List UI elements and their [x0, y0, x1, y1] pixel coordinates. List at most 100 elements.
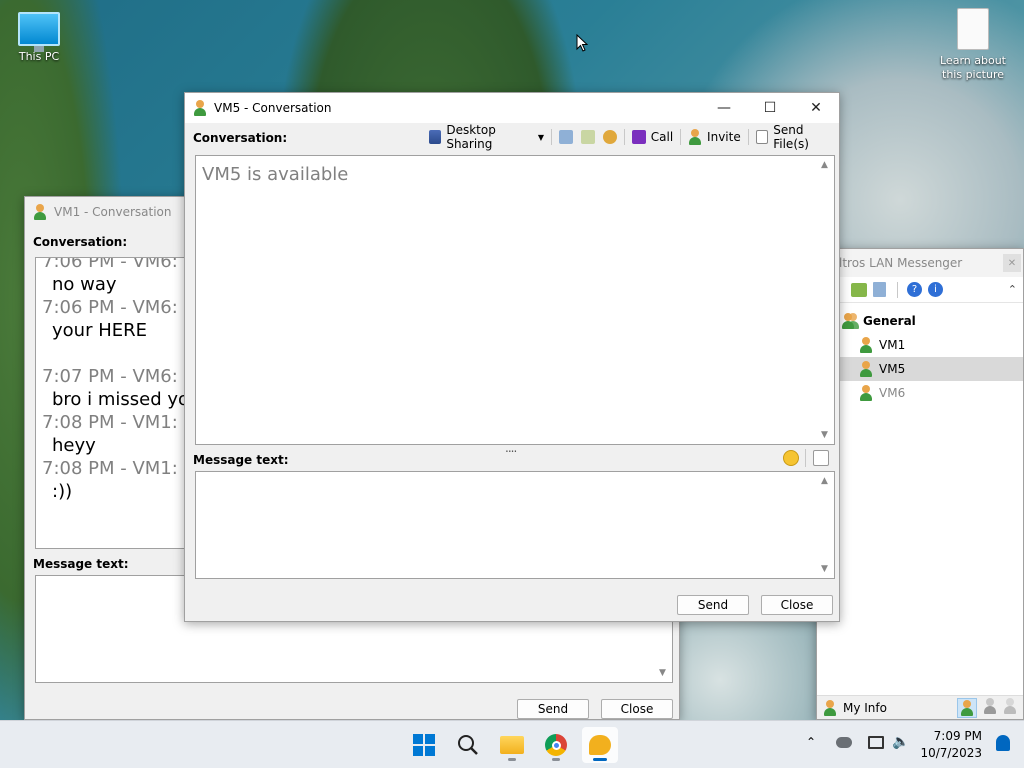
help-icon[interactable]: ? — [907, 282, 922, 297]
desktop-icon-learn-about-picture[interactable]: Learn about this picture — [938, 8, 1008, 82]
message-meta: 7:06 PM - VM6: — [42, 257, 178, 272]
chevron-down-icon: ▼ — [537, 132, 544, 142]
gear-icon — [602, 130, 617, 144]
user-vm1[interactable]: VM1 — [817, 333, 1023, 357]
font-settings-icon[interactable] — [813, 450, 829, 466]
message-meta: 7:06 PM - VM6: — [42, 297, 178, 318]
vm5-conversation-history[interactable]: VM5 is available ▲ ▼ — [195, 155, 835, 445]
desktop-sharing-label: Desktop Sharing — [446, 123, 496, 151]
chevron-up-icon[interactable]: ⌃ — [1008, 283, 1017, 296]
messenger-icon — [589, 735, 611, 755]
close-button[interactable]: Close — [601, 699, 673, 719]
desktop-sharing-icon — [429, 130, 442, 144]
message-text: bro i missed you — [52, 389, 184, 410]
send-file-icon — [755, 130, 769, 144]
close-icon[interactable]: ✕ — [793, 93, 839, 123]
invite-button[interactable]: Invite — [684, 127, 745, 147]
send-files-label: Send File(s) — [773, 123, 809, 151]
clock[interactable]: 7:09 PM 10/7/2023 — [920, 728, 982, 762]
group-general[interactable]: General — [817, 309, 1023, 333]
splitter-handle[interactable]: .... — [505, 441, 517, 455]
group-label: General — [863, 314, 916, 328]
invite-label: Invite — [707, 130, 741, 144]
status-online-icon — [960, 699, 974, 716]
send-button[interactable]: Send — [677, 595, 749, 615]
my-info-icon — [823, 699, 837, 716]
user-vm5[interactable]: VM5 — [817, 357, 1023, 381]
message-text: heyy — [52, 435, 96, 456]
vertical-scrollbar[interactable]: ▲ ▼ — [817, 472, 834, 578]
scroll-down-icon[interactable]: ▼ — [821, 430, 828, 440]
conversation-label: Conversation: — [193, 131, 288, 145]
status-busy-button[interactable] — [983, 698, 997, 717]
vm1-conversation-history[interactable]: 7:06 PM - VM6: no way 7:06 PM - VM6: you… — [35, 257, 185, 549]
vm5-titlebar[interactable]: VM5 - Conversation — ☐ ✕ — [185, 93, 839, 123]
chrome-button[interactable] — [538, 727, 574, 763]
vertical-scrollbar[interactable]: ▲ ▼ — [817, 156, 834, 444]
file-explorer-button[interactable] — [494, 727, 530, 763]
history-icon[interactable] — [873, 282, 886, 297]
onedrive-icon[interactable] — [836, 737, 852, 748]
minimize-icon[interactable]: — — [701, 93, 747, 123]
computer-icon — [18, 12, 60, 52]
folder-add-icon[interactable] — [851, 282, 867, 297]
send-button[interactable]: Send — [517, 699, 589, 719]
scroll-down-icon[interactable]: ▼ — [659, 668, 666, 678]
group-icon — [841, 313, 859, 329]
messenger-titlebar[interactable]: ltros LAN Messenger ✕ — [817, 249, 1023, 277]
notification-bell-icon[interactable] — [996, 735, 1010, 751]
user-name: VM5 — [879, 362, 906, 376]
close-icon[interactable]: ✕ — [1003, 254, 1021, 272]
smiley-icon[interactable] — [783, 450, 799, 466]
send-files-button[interactable]: Send File(s) — [752, 123, 839, 151]
messenger-window: ltros LAN Messenger ✕ ? i ⌃ General VM1 … — [816, 248, 1024, 720]
desktop-icon-this-pc[interactable]: This PC — [4, 12, 74, 63]
maximize-icon[interactable]: ☐ — [747, 93, 793, 123]
vm5-message-input[interactable]: ▲ ▼ — [195, 471, 835, 579]
message-meta: 7:08 PM - VM1: — [42, 412, 178, 433]
transfers-button[interactable] — [577, 127, 599, 147]
conversation-toolbar: Desktop Sharing ▼ Call Invite Send File(… — [425, 123, 839, 151]
close-button[interactable]: Close — [761, 595, 833, 615]
my-info-label[interactable]: My Info — [843, 701, 887, 715]
call-label: Call — [650, 130, 674, 144]
info-icon[interactable]: i — [928, 282, 943, 297]
desktop-icon-label: Learn about this picture — [940, 54, 1006, 81]
search-button[interactable] — [450, 727, 486, 763]
desktop: This PC Learn about this picture ltros L… — [0, 0, 1024, 720]
scroll-up-icon[interactable]: ▲ — [821, 476, 828, 486]
video-call-icon — [631, 130, 646, 144]
message-text-label: Message text: — [193, 453, 289, 467]
call-button[interactable]: Call — [628, 127, 677, 147]
clock-date: 10/7/2023 — [920, 746, 982, 760]
status-online-button[interactable] — [957, 697, 977, 718]
user-vm6[interactable]: VM6 — [817, 381, 1023, 405]
history-icon — [558, 130, 573, 144]
divider — [805, 449, 806, 467]
emoticon-settings-button[interactable] — [599, 127, 621, 147]
history-button[interactable] — [555, 127, 577, 147]
folder-icon — [500, 736, 524, 754]
status-offline-button[interactable] — [1003, 698, 1017, 717]
scroll-up-icon[interactable]: ▲ — [821, 160, 828, 170]
chevron-up-icon[interactable]: ⌃ — [806, 735, 816, 749]
volume-icon[interactable]: 🔈 — [892, 734, 909, 750]
message-meta: 7:07 PM - VM6: — [42, 366, 178, 387]
clock-time: 7:09 PM — [933, 729, 982, 743]
lan-messenger-button[interactable] — [582, 727, 618, 763]
mouse-cursor-icon — [576, 34, 588, 52]
message-meta: 7:08 PM - VM1: — [42, 458, 178, 479]
scroll-down-icon[interactable]: ▼ — [821, 564, 828, 574]
start-button[interactable] — [406, 727, 442, 763]
user-online-icon — [859, 361, 873, 377]
user-online-icon — [859, 385, 873, 401]
messenger-toolbar: ? i ⌃ — [817, 277, 1023, 303]
user-name: VM6 — [879, 386, 906, 400]
user-icon — [33, 204, 47, 220]
message-text-label: Message text: — [33, 557, 129, 571]
status-busy-icon — [983, 698, 997, 714]
messenger-statusbar: My Info — [817, 695, 1023, 719]
network-icon[interactable] — [868, 736, 884, 749]
desktop-sharing-button[interactable]: Desktop Sharing ▼ — [425, 123, 548, 151]
transfers-icon — [580, 130, 595, 144]
